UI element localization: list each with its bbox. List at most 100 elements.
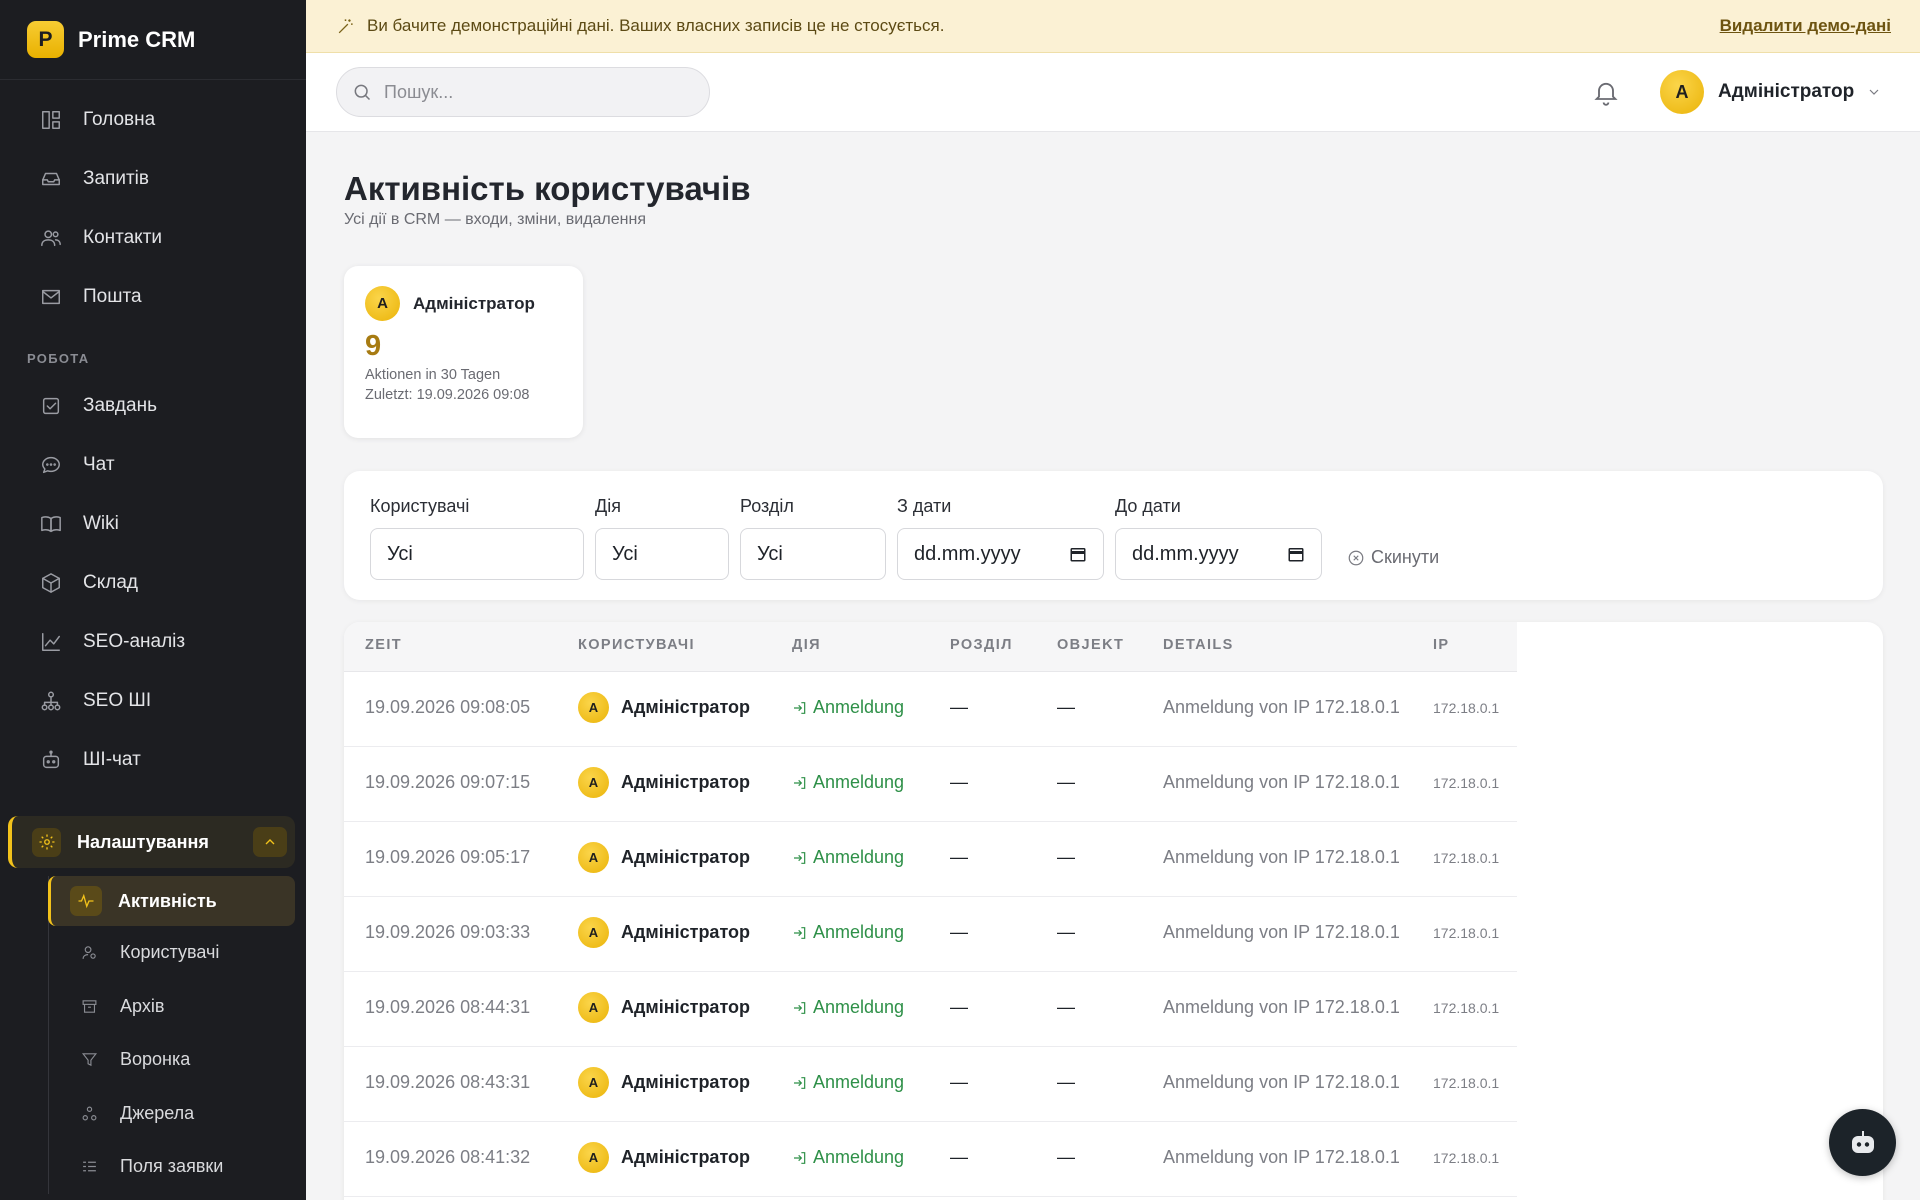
cell-action: Anmeldung (792, 697, 904, 718)
activity-icon (70, 886, 102, 916)
search-input[interactable] (384, 81, 684, 103)
cell-user: А Адміністратор (578, 692, 750, 723)
table-row[interactable]: 19.09.2026 09:03:33 А Адміністратор Anmeldu… (344, 897, 1517, 972)
nav-item-contacts[interactable]: Контакти (0, 208, 306, 267)
inbox-icon (42, 172, 60, 185)
nav-item-seo-ai[interactable]: SEO ШІ (0, 671, 306, 730)
nav-item-tasks[interactable]: Завдань (0, 376, 306, 435)
cell-ip: 172.18.0.1 (1433, 1000, 1500, 1016)
nav-item-requests[interactable]: Запитів (0, 149, 306, 208)
nav-item-label: Склад (83, 571, 138, 593)
stat-caption: Aktionen in 30 Tagen (365, 367, 501, 383)
robot-icon (1851, 1130, 1874, 1153)
nav-item-label: Завдань (83, 394, 157, 416)
nav-item-label: Контакти (83, 226, 163, 248)
nav-item-home[interactable]: Головна (0, 90, 306, 149)
cell-user: А Адміністратор (578, 1142, 750, 1173)
topbar: А Адміністратор (306, 53, 1920, 132)
date-from-input[interactable]: dd.mm.yyyy (897, 528, 1104, 580)
magic-wand-icon (338, 18, 353, 33)
table-row[interactable]: 19.09.2026 08:41:32 А Адміністратор Anmeldu… (344, 1122, 1517, 1197)
delete-demo-data-link[interactable]: Видалити демо-дані (1720, 16, 1891, 36)
notifications-button[interactable] (1592, 77, 1620, 112)
filter-label: З дати (897, 496, 952, 516)
cell-section: — (950, 697, 968, 717)
filter-label: До дати (1115, 496, 1181, 516)
demo-banner: Ви бачите демонстраційні дані. Ваших вла… (306, 0, 1920, 53)
cell-object: — (1057, 922, 1075, 942)
nav-item-label: Запитів (83, 167, 149, 189)
action-label: Anmeldung (813, 922, 905, 942)
sub-item-activity[interactable]: Активність (48, 876, 295, 926)
action-label: Anmeldung (813, 772, 905, 792)
column-header[interactable]: OBJEKT (1057, 637, 1124, 653)
column-header[interactable]: ZEIT (365, 637, 402, 653)
cell-details: Anmeldung von IP 172.18.0.1 (1163, 922, 1400, 942)
page-subtitle: Усі дії в CRM — входи, зміни, видалення (344, 211, 646, 228)
user-menu[interactable]: А Адміністратор (1660, 69, 1882, 115)
cell-section: — (950, 1147, 968, 1167)
sub-item-users[interactable]: Користувачі (49, 926, 306, 980)
cell-section: — (950, 997, 968, 1017)
stat-count: 9 (365, 330, 382, 362)
table-row[interactable]: 19.09.2026 09:07:15 А Адміністратор Anmeldu… (344, 747, 1517, 822)
sub-item-archive[interactable]: Архів (49, 980, 306, 1034)
section-select[interactable]: Усі (740, 528, 886, 580)
avatar: А (578, 917, 609, 948)
sub-item-request-fields[interactable]: Поля заявки (49, 1140, 306, 1194)
user-name: Адміністратор (621, 697, 751, 717)
dashboard-icon (42, 110, 60, 129)
cell-section: — (950, 847, 968, 867)
chevron-down-icon (1869, 89, 1879, 95)
ai-assistant-button[interactable] (1829, 1109, 1896, 1176)
sources-icon (82, 1106, 97, 1121)
close-circle-icon (1348, 550, 1364, 565)
sub-item-funnel[interactable]: Воронка (49, 1033, 306, 1087)
select-value: Усі (612, 542, 638, 565)
calendar-icon[interactable] (1287, 545, 1305, 563)
login-icon (794, 1151, 806, 1164)
nav-item-warehouse[interactable]: Склад (0, 553, 306, 612)
sub-item-sources[interactable]: Джерела (49, 1087, 306, 1141)
cell-details: Anmeldung von IP 172.18.0.1 (1163, 1147, 1400, 1167)
date-to-input[interactable]: dd.mm.yyyy (1115, 528, 1322, 580)
avatar: А (1660, 70, 1704, 114)
calendar-icon[interactable] (1069, 545, 1087, 563)
nav-item-wiki[interactable]: Wiki (0, 494, 306, 553)
date-value: dd.mm.yyyy (914, 542, 1021, 565)
column-header[interactable]: IP (1433, 637, 1450, 653)
search-box[interactable] (336, 67, 710, 117)
user-name: Адміністратор (621, 922, 751, 942)
nav-item-chat[interactable]: Чат (0, 435, 306, 494)
nav-item-seo-analysis[interactable]: SEO-аналіз (0, 612, 306, 671)
table-row[interactable]: 19.09.2026 09:05:17 А Адміністратор Anmeldu… (344, 822, 1517, 897)
nav-item-ai-chat[interactable]: ШІ-чат (0, 730, 306, 789)
settings-subnav: Активність Користувачі Архів Воронка Дже… (48, 876, 306, 1194)
column-header[interactable]: КОРИСТУВАЧІ (578, 637, 695, 653)
cell-ip: 172.18.0.1 (1433, 1150, 1500, 1166)
table-row[interactable]: 19.09.2026 08:44:31 А Адміністратор Anmeldu… (344, 972, 1517, 1047)
nav-item-label: Головна (83, 108, 156, 130)
user-name: Адміністратор (621, 772, 751, 792)
nav-item-mail[interactable]: Пошта (0, 267, 306, 326)
page-title: Активність користувачів (344, 170, 751, 207)
chevron-up-icon[interactable] (253, 827, 287, 857)
login-icon (794, 1076, 806, 1089)
nav-item-label: Пошта (83, 285, 142, 307)
avatar: А (578, 842, 609, 873)
brand[interactable]: P Prime CRM (0, 0, 306, 80)
nav-item-settings[interactable]: Налаштування (8, 816, 295, 868)
avatar: А (365, 286, 400, 321)
user-select[interactable]: Усі (370, 528, 584, 580)
reset-filters-button[interactable]: Скинути (1347, 547, 1439, 568)
user-name: Адміністратор (621, 997, 751, 1017)
table-row[interactable]: 19.09.2026 08:43:31 А Адміністратор Anmeldu… (344, 1047, 1517, 1122)
action-select[interactable]: Усі (595, 528, 729, 580)
user-stat-card[interactable]: А Адміністратор 9 Aktionen in 30 Tagen Z… (344, 266, 583, 438)
avatar: А (578, 1142, 609, 1173)
column-header[interactable]: ДІЯ (792, 637, 821, 653)
cell-ip: 172.18.0.1 (1433, 700, 1500, 716)
column-header[interactable]: РОЗДІЛ (950, 637, 1013, 653)
column-header[interactable]: DETAILS (1163, 637, 1234, 653)
table-row[interactable]: 19.09.2026 09:08:05 А Адміністратор Anmeldu… (344, 672, 1517, 747)
